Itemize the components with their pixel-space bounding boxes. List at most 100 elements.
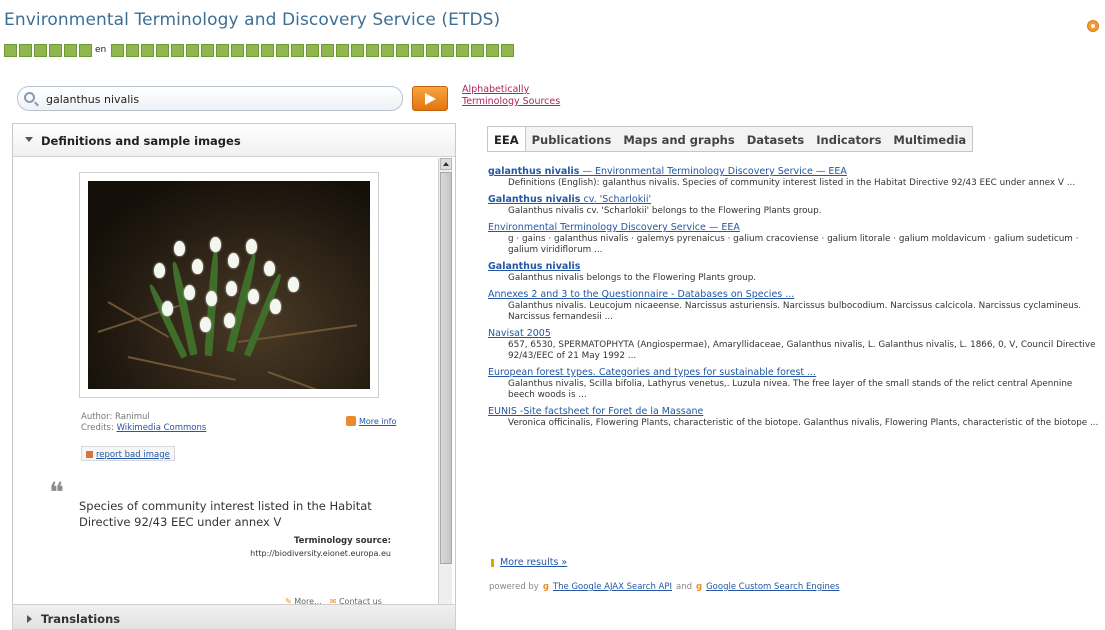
language-flag[interactable]: [141, 44, 155, 57]
definitions-panel-title: Definitions and sample images: [41, 134, 241, 148]
language-flag[interactable]: [441, 44, 455, 57]
language-flag[interactable]: [186, 44, 200, 57]
terminology-source-label: Terminology source:: [294, 536, 391, 546]
language-flag[interactable]: [501, 44, 515, 57]
language-flag[interactable]: [261, 44, 275, 57]
result-snippet: Galanthus nivalis. Leucojum nicaeense. N…: [508, 301, 1082, 322]
report-bad-image-button[interactable]: report bad image: [81, 446, 175, 461]
scroll-up-icon[interactable]: [440, 158, 452, 170]
language-flag[interactable]: [156, 44, 170, 57]
result-item: EUNIS -Site factsheet for Foret de la Ma…: [488, 406, 1100, 429]
bullet-icon: [491, 558, 494, 567]
info-icon: [346, 416, 356, 426]
scrollbar-thumb[interactable]: [440, 172, 452, 564]
more-info-link[interactable]: More info: [346, 416, 396, 426]
more-results-link[interactable]: More results »: [500, 557, 567, 568]
language-flag[interactable]: [336, 44, 350, 57]
search-icon: [24, 92, 35, 103]
tab-indicators[interactable]: Indicators: [810, 127, 887, 151]
language-flag[interactable]: [306, 44, 320, 57]
language-flag[interactable]: [276, 44, 290, 57]
result-snippet: g · gains · galanthus nivalis · galemys …: [508, 234, 1079, 255]
collapse-arrow-icon: [25, 137, 33, 142]
tab-maps-and-graphs[interactable]: Maps and graphs: [617, 127, 740, 151]
scrollbar[interactable]: [438, 158, 452, 618]
report-bad-image-label: report bad image: [96, 449, 170, 460]
arrow-right-icon: [425, 93, 436, 105]
language-flag[interactable]: [291, 44, 305, 57]
result-item: Environmental Terminology Discovery Serv…: [488, 222, 1100, 256]
language-flag[interactable]: [34, 44, 47, 57]
terminology-sources-link[interactable]: Terminology Sources: [462, 96, 560, 108]
google-ajax-search-link[interactable]: The Google AJAX Search API: [553, 582, 672, 592]
language-flag[interactable]: [4, 44, 17, 57]
powered-by: powered by g The Google AJAX Search API …: [489, 582, 840, 592]
sample-image: [79, 172, 379, 398]
result-item: galanthus nivalis — Environmental Termin…: [488, 166, 1100, 189]
language-flag[interactable]: [49, 44, 62, 57]
language-flag[interactable]: [64, 44, 77, 57]
result-title-link[interactable]: EUNIS -Site factsheet for Foret de la Ma…: [488, 406, 1100, 418]
result-snippet: Galanthus nivalis, Scilla bifolia, Lathy…: [508, 379, 1073, 400]
language-flag[interactable]: [216, 44, 230, 57]
result-snippet: Veronica officinalis, Flowering Plants, …: [508, 418, 1099, 428]
language-flag[interactable]: [126, 44, 140, 57]
more-results: More results »: [491, 557, 567, 568]
language-flag[interactable]: [79, 44, 92, 57]
tab-multimedia[interactable]: Multimedia: [887, 127, 972, 151]
search-input[interactable]: [46, 91, 396, 107]
more-info-label: More info: [359, 416, 397, 426]
terminology-source-url[interactable]: http://biodiversity.eionet.europa.eu: [250, 549, 391, 558]
google-custom-search-link[interactable]: Google Custom Search Engines: [706, 582, 839, 592]
powered-by-and: and: [676, 582, 692, 592]
credits-link[interactable]: Wikimedia Commons: [117, 423, 207, 433]
result-snippet: Galanthus nivalis belongs to the Floweri…: [508, 273, 757, 283]
language-flag[interactable]: [19, 44, 32, 57]
rss-icon[interactable]: [1087, 20, 1099, 32]
result-snippet: Definitions (English): galanthus nivalis…: [508, 178, 1076, 188]
language-flag[interactable]: [351, 44, 365, 57]
translations-panel-header[interactable]: Translations: [12, 604, 456, 630]
tab-datasets[interactable]: Datasets: [741, 127, 811, 151]
language-flag[interactable]: [396, 44, 410, 57]
quote-icon: ❝: [49, 476, 65, 509]
tab-eea[interactable]: EEA: [488, 127, 526, 151]
language-flag[interactable]: [111, 44, 125, 57]
snowdrop-photo: [88, 181, 370, 389]
credits-label: Credits:: [81, 423, 117, 433]
result-title-link[interactable]: Navisat 2005: [488, 328, 1100, 340]
result-snippet: 657, 6530, SPERMATOPHYTA (Angiospermae),…: [508, 340, 1096, 361]
language-flag[interactable]: [321, 44, 335, 57]
alphabetically-link[interactable]: Alphabetically: [462, 84, 560, 96]
translations-title: Translations: [41, 612, 121, 626]
language-flag[interactable]: [366, 44, 380, 57]
definitions-panel-header[interactable]: Definitions and sample images: [13, 124, 455, 157]
language-flag[interactable]: [471, 44, 485, 57]
result-item: Galanthus nivalis Galanthus nivalis belo…: [488, 261, 1100, 284]
powered-by-prefix: powered by: [489, 582, 539, 592]
result-title-link[interactable]: Environmental Terminology Discovery Serv…: [488, 222, 1100, 234]
result-title-link[interactable]: Galanthus nivalis cv. 'Scharlokii': [488, 194, 1100, 206]
language-flag[interactable]: [201, 44, 215, 57]
search-box: [17, 86, 403, 111]
language-flag[interactable]: [246, 44, 260, 57]
language-flag[interactable]: [426, 44, 440, 57]
google-icon: g: [542, 582, 549, 592]
result-title-link[interactable]: European forest types. Categories and ty…: [488, 367, 1100, 379]
result-title-link[interactable]: Galanthus nivalis: [488, 261, 1100, 273]
language-flag[interactable]: [231, 44, 245, 57]
definitions-panel: Definitions and sample images Author: Ra…: [12, 123, 456, 620]
language-flag[interactable]: [381, 44, 395, 57]
language-flag[interactable]: [456, 44, 470, 57]
tab-publications[interactable]: Publications: [526, 127, 618, 151]
expand-arrow-icon: [27, 615, 32, 623]
result-title-link[interactable]: galanthus nivalis — Environmental Termin…: [488, 166, 1100, 178]
top-links: Alphabetically Terminology Sources: [462, 84, 560, 108]
language-flag[interactable]: [411, 44, 425, 57]
language-flag[interactable]: [171, 44, 185, 57]
search-go-button[interactable]: [412, 86, 448, 111]
result-item: Annexes 2 and 3 to the Questionnaire - D…: [488, 289, 1100, 323]
current-language: en: [95, 45, 107, 55]
language-flag[interactable]: [486, 44, 500, 57]
result-title-link[interactable]: Annexes 2 and 3 to the Questionnaire - D…: [488, 289, 1100, 301]
